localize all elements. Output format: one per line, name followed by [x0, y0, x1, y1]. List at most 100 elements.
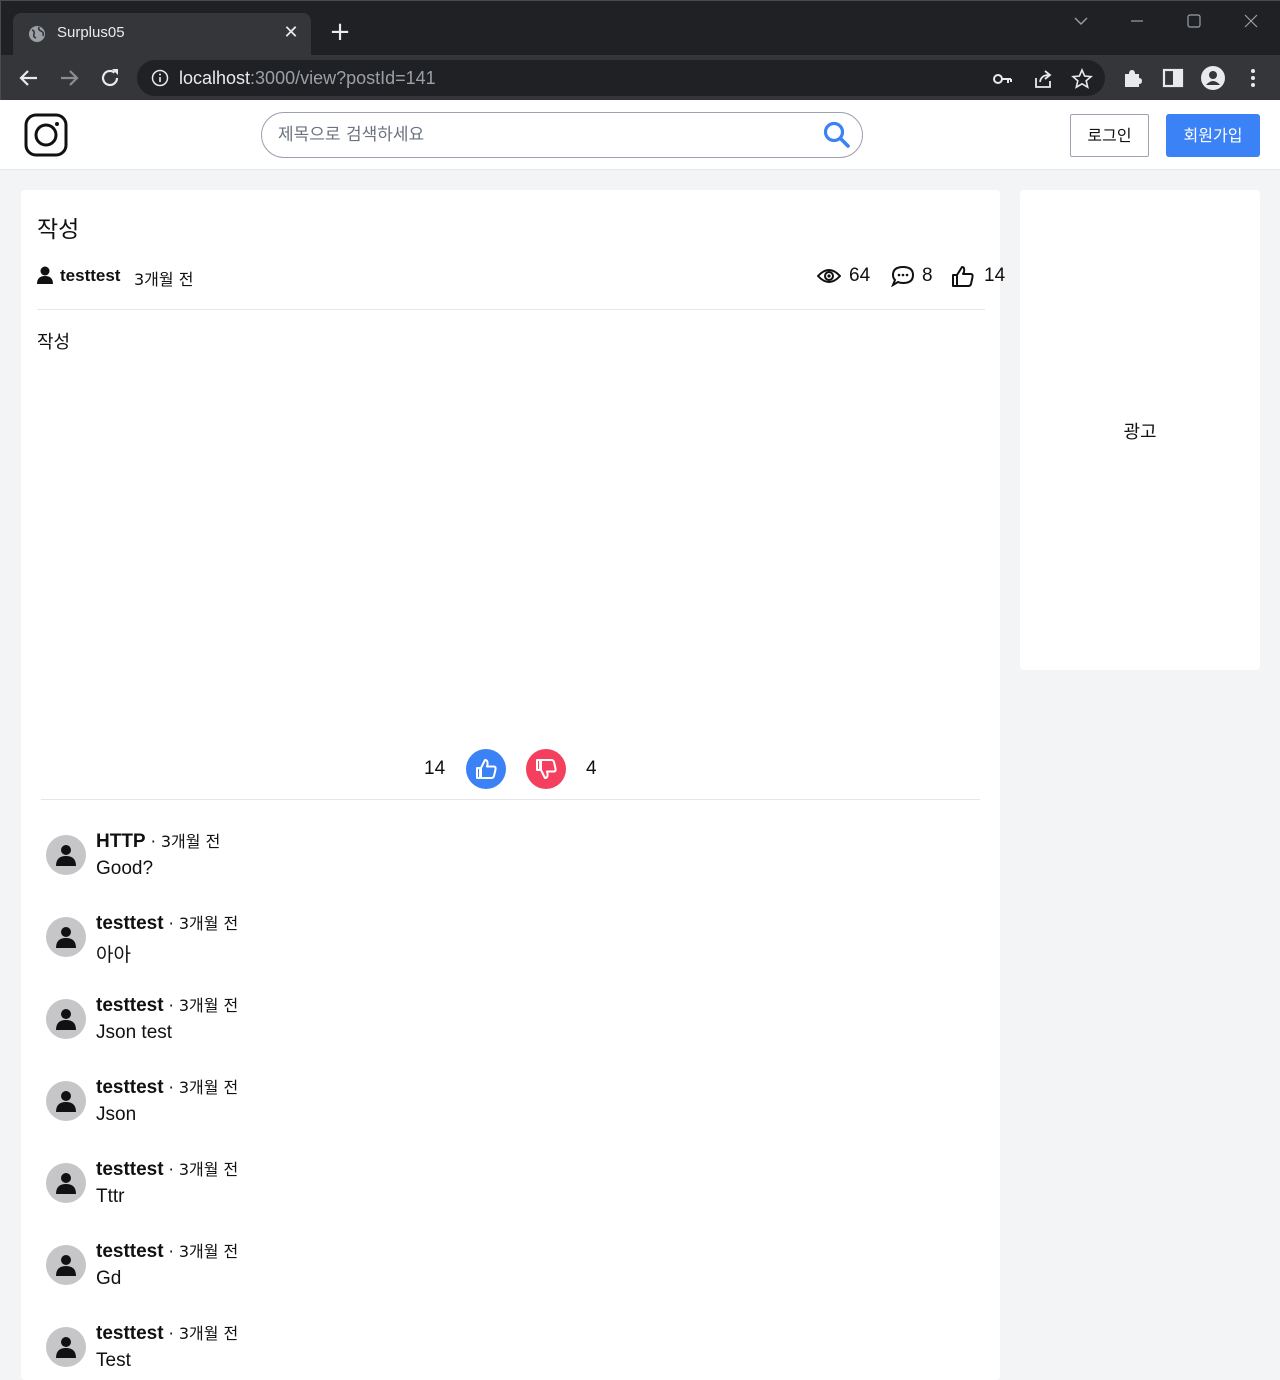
comment-author[interactable]: testtest: [96, 1077, 164, 1098]
downvote-count: 4: [586, 758, 597, 779]
downvote-button[interactable]: [526, 749, 566, 789]
comment-author[interactable]: testtest: [96, 1159, 164, 1180]
signup-button[interactable]: 회원가입: [1166, 114, 1260, 157]
avatar[interactable]: [46, 1245, 86, 1285]
comment-text: Json: [96, 1104, 137, 1125]
comment-separator: ·: [163, 1324, 179, 1343]
vote-row: 14 4: [21, 748, 1000, 790]
comment-item: testtest · 3개월 전 Test: [46, 1312, 946, 1380]
comment-text: Json test: [96, 1022, 173, 1043]
comment-separator: ·: [163, 1078, 179, 1097]
key-icon[interactable]: [992, 68, 1014, 90]
url-text[interactable]: localhost:3000/view?postId=141: [179, 68, 436, 89]
comment-time: 3개월 전: [178, 996, 239, 1015]
tab-close-icon[interactable]: ✕: [281, 23, 301, 43]
tab-title: Surplus05: [57, 24, 125, 41]
user-icon: [56, 1173, 76, 1194]
post-title: 작성: [37, 217, 80, 243]
user-icon: [56, 1337, 76, 1358]
comment-author[interactable]: testtest: [96, 995, 164, 1016]
thumbs-up-icon: [952, 266, 974, 287]
comment-text: Good?: [96, 858, 154, 879]
divider: [37, 309, 985, 310]
url-path: :3000/view?postId=141: [250, 68, 436, 88]
info-icon[interactable]: [151, 69, 169, 87]
likes-count: 14: [984, 265, 1006, 286]
comment-item: testtest · 3개월 전 Gd: [46, 1230, 946, 1312]
profile-avatar-icon[interactable]: [1201, 66, 1225, 90]
new-tab-icon[interactable]: +: [327, 19, 353, 46]
comment-text: 아아: [96, 945, 131, 966]
comment-time: 3개월 전: [178, 1324, 239, 1343]
address-bar[interactable]: localhost:3000/view?postId=141: [137, 60, 1105, 96]
comment-author[interactable]: testtest: [96, 1323, 164, 1344]
views-count: 64: [849, 265, 871, 286]
back-arrow-icon[interactable]: [16, 65, 42, 91]
comment-icon: [891, 265, 915, 287]
comment-author[interactable]: testtest: [96, 1241, 164, 1262]
forward-arrow-icon[interactable]: [56, 65, 82, 91]
user-icon: [37, 266, 53, 284]
globe-icon: [29, 26, 45, 42]
comment-list: HTTP · 3개월 전 Good? testtest · 3개월 전 아아 t…: [46, 820, 946, 1380]
comment-separator: ·: [163, 1242, 179, 1261]
comment-time: 3개월 전: [178, 1242, 239, 1261]
close-window-icon[interactable]: [1237, 9, 1265, 33]
extensions-puzzle-icon[interactable]: [1121, 66, 1145, 90]
search-icon[interactable]: [822, 120, 852, 150]
comment-time: 3개월 전: [178, 914, 239, 933]
avatar[interactable]: [46, 999, 86, 1039]
comment-item: testtest · 3개월 전 아아: [46, 902, 946, 984]
tab-search-icon[interactable]: [1067, 9, 1095, 33]
upvote-button[interactable]: [466, 749, 506, 789]
comment-author[interactable]: testtest: [96, 913, 164, 934]
minimize-icon[interactable]: [1123, 9, 1151, 33]
post-body: 작성: [37, 332, 71, 353]
post-author[interactable]: testtest: [60, 266, 120, 286]
comment-author[interactable]: HTTP: [96, 831, 146, 852]
bookmark-star-icon[interactable]: [1071, 68, 1093, 90]
post-time: 3개월 전: [134, 270, 194, 289]
comment-time: 3개월 전: [178, 1078, 239, 1097]
instagram-logo-icon[interactable]: [24, 113, 68, 157]
user-icon: [56, 1255, 76, 1276]
reload-icon[interactable]: [97, 65, 123, 91]
browser-toolbar: localhost:3000/view?postId=141: [1, 55, 1280, 101]
share-icon[interactable]: [1032, 68, 1054, 90]
search-input[interactable]: [278, 121, 808, 149]
search-box: [261, 112, 863, 158]
login-button[interactable]: 로그인: [1070, 114, 1149, 157]
upvote-count: 14: [424, 758, 446, 779]
post-card: 작성 testtest 3개월 전 64 8 14 작성 14 4 HTTP ·…: [21, 190, 1005, 1380]
url-host: localhost: [179, 68, 251, 88]
user-icon: [56, 1091, 76, 1112]
avatar[interactable]: [46, 1081, 86, 1121]
user-icon: [56, 927, 76, 948]
comment-item: HTTP · 3개월 전 Good?: [46, 820, 946, 902]
comment-text: Tttr: [96, 1186, 125, 1207]
ad-label: 광고: [1123, 422, 1157, 443]
divider: [41, 799, 980, 800]
avatar[interactable]: [46, 1163, 86, 1203]
side-panel-icon[interactable]: [1161, 66, 1185, 90]
thumbs-down-icon: [536, 759, 557, 779]
comment-text: Test: [96, 1350, 131, 1371]
comment-item: testtest · 3개월 전 Json test: [46, 984, 946, 1066]
eye-icon: [817, 269, 841, 283]
comment-separator: ·: [163, 914, 179, 933]
comments-count: 8: [922, 265, 933, 286]
avatar[interactable]: [46, 835, 86, 875]
comment-separator: ·: [163, 1160, 179, 1179]
user-icon: [56, 845, 76, 866]
comment-time: 3개월 전: [178, 1160, 239, 1179]
comment-text: Gd: [96, 1268, 122, 1289]
avatar[interactable]: [46, 917, 86, 957]
browser-window-chrome: Surplus05 ✕ + localhost:3000/view?postId…: [0, 0, 1280, 101]
maximize-icon[interactable]: [1180, 9, 1208, 33]
browser-tab[interactable]: Surplus05 ✕: [13, 13, 311, 55]
avatar[interactable]: [46, 1327, 86, 1367]
comment-time: 3개월 전: [160, 832, 221, 851]
browser-menu-icon[interactable]: [1241, 66, 1265, 90]
ad-panel[interactable]: 광고: [1020, 190, 1260, 670]
comment-item: testtest · 3개월 전 Json: [46, 1066, 946, 1148]
